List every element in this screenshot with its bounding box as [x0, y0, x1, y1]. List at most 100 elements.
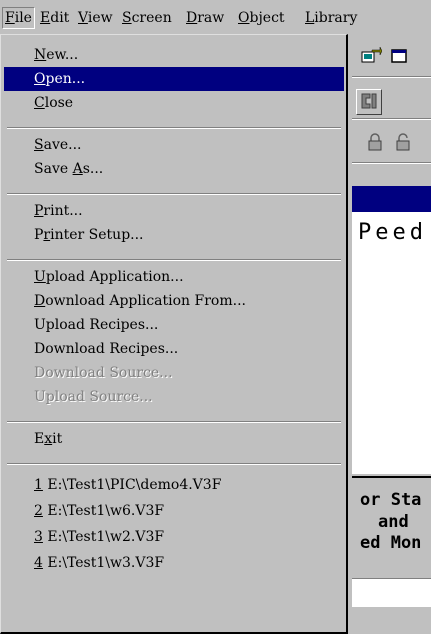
toolbar-divider-highlight — [352, 163, 431, 164]
label-post: s... — [82, 161, 104, 177]
menu-item-upload-source: Upload Source... — [4, 385, 344, 409]
menu-bar: File Edit View Screen Draw Object Librar… — [0, 0, 431, 34]
menu-item-recent-1[interactable]: 1 E:\Test1\PIC\demo4.V3F — [4, 473, 344, 497]
window-icon-glyph — [391, 49, 407, 63]
label-pre: Upload Recipes... — [34, 317, 159, 333]
label-post: ownload Application From... — [45, 293, 246, 309]
toolbar-divider-highlight — [352, 119, 431, 120]
menu-edit-label: dit — [50, 10, 70, 26]
menu-library-label: ibrary — [314, 10, 358, 26]
menu-library[interactable]: Library — [303, 8, 359, 28]
accel-key: 2 — [34, 503, 43, 519]
file-menu-dropdown: New... Open... Close Save... Save As... … — [0, 34, 348, 634]
menu-item-new[interactable]: New... — [4, 43, 344, 67]
accel-key: P — [34, 203, 44, 219]
menu-object[interactable]: Object — [236, 8, 287, 28]
export-icon-glyph — [361, 46, 383, 63]
menu-screen-label: creen — [131, 10, 172, 26]
recent-file-path: E:\Test1\PIC\demo4.V3F — [42, 477, 222, 493]
menu-file-label: ile — [14, 10, 32, 26]
unlock-icon-glyph — [396, 133, 410, 151]
status-panel: or Sta and ed Mon — [352, 476, 431, 576]
menu-object-accel: O — [238, 10, 250, 26]
menu-draw[interactable]: Draw — [184, 8, 226, 28]
component-icon-glyph — [361, 93, 377, 109]
accel-key: N — [34, 47, 47, 63]
menu-view[interactable]: View — [76, 8, 115, 28]
menu-item-exit[interactable]: Exit — [4, 427, 344, 451]
menu-item-upload-application[interactable]: Upload Application... — [4, 265, 344, 289]
screen-canvas[interactable]: Peed — [352, 212, 431, 474]
menu-separator — [7, 193, 341, 195]
canvas-text: Peed — [358, 220, 427, 245]
component-icon[interactable] — [356, 89, 382, 115]
label-post: ew... — [46, 47, 79, 63]
label-pre: E — [34, 431, 45, 447]
status-line-3: ed Mon — [360, 533, 422, 553]
menu-item-upload-recipes[interactable]: Upload Recipes... — [4, 313, 344, 337]
bottom-bar — [352, 608, 431, 634]
label-pre: Upload Source... — [34, 389, 153, 405]
label-post: rint... — [43, 203, 83, 219]
menu-screen-accel: S — [122, 10, 132, 26]
export-icon[interactable] — [360, 46, 383, 68]
accel-key: 1 — [34, 477, 43, 493]
menu-view-label: iew — [87, 10, 113, 26]
menu-item-recent-2[interactable]: 2 E:\Test1\w6.V3F — [4, 499, 344, 523]
menu-item-download-source: Download Source... — [4, 361, 344, 385]
accel-key: U — [34, 269, 46, 285]
menu-item-open[interactable]: Open... — [4, 67, 344, 91]
unlock-icon[interactable] — [392, 132, 414, 154]
lock-icon-glyph — [368, 133, 382, 151]
menu-item-print[interactable]: Print... — [4, 199, 344, 223]
recent-file-path: E:\Test1\w2.V3F — [42, 529, 165, 545]
menu-edit[interactable]: Edit — [38, 8, 71, 28]
menu-item-save-as[interactable]: Save As... — [4, 157, 344, 181]
menu-separator — [7, 259, 341, 261]
document-title-bar — [352, 186, 431, 212]
menu-library-accel: L — [305, 10, 315, 26]
recent-file-path: E:\Test1\w6.V3F — [42, 503, 165, 519]
lock-icon[interactable] — [364, 132, 386, 154]
status-line-1: or Sta — [360, 490, 422, 510]
label-post: inter Setup... — [50, 227, 144, 243]
label-pre: Download Source... — [34, 365, 173, 381]
input-strip — [352, 578, 431, 607]
menu-item-save[interactable]: Save... — [4, 133, 344, 157]
label-post: pen... — [45, 71, 86, 87]
accel-key: 4 — [34, 555, 43, 571]
menu-screen[interactable]: Screen — [120, 8, 174, 28]
menu-draw-label: raw — [197, 10, 225, 26]
window-icon[interactable] — [388, 46, 410, 68]
menu-file-accel: F — [5, 10, 15, 26]
menu-item-recent-4[interactable]: 4 E:\Test1\w3.V3F — [4, 551, 344, 575]
toolbar-area — [352, 34, 431, 186]
label-pre: Save — [34, 161, 73, 177]
menu-separator — [7, 421, 341, 423]
menu-object-label: bject — [249, 10, 285, 26]
recent-file-path: E:\Test1\w3.V3F — [42, 555, 165, 571]
menu-item-recent-3[interactable]: 3 E:\Test1\w2.V3F — [4, 525, 344, 549]
toolbar-divider-highlight — [352, 77, 431, 78]
label-post: lose — [44, 95, 74, 111]
accel-key: S — [34, 137, 44, 153]
label-pre: P — [34, 227, 44, 243]
label-post: pload Application... — [45, 269, 184, 285]
menu-separator — [7, 463, 341, 465]
menu-draw-accel: D — [186, 10, 198, 26]
status-line-2: and — [378, 512, 409, 532]
menu-edit-accel: E — [40, 10, 51, 26]
menu-separator — [7, 127, 341, 129]
accel-key: D — [34, 293, 46, 309]
accel-key: O — [34, 71, 46, 87]
menu-file[interactable]: File — [2, 7, 35, 29]
label-post: ave... — [43, 137, 82, 153]
accel-key: x — [44, 431, 53, 447]
accel-key: 3 — [34, 529, 43, 545]
menu-item-close[interactable]: Close — [4, 91, 344, 115]
label-pre: Download Recipes... — [34, 341, 179, 357]
menu-item-printer-setup[interactable]: Printer Setup... — [4, 223, 344, 247]
menu-item-download-application[interactable]: Download Application From... — [4, 289, 344, 313]
menu-view-accel: V — [78, 10, 88, 26]
menu-item-download-recipes[interactable]: Download Recipes... — [4, 337, 344, 361]
